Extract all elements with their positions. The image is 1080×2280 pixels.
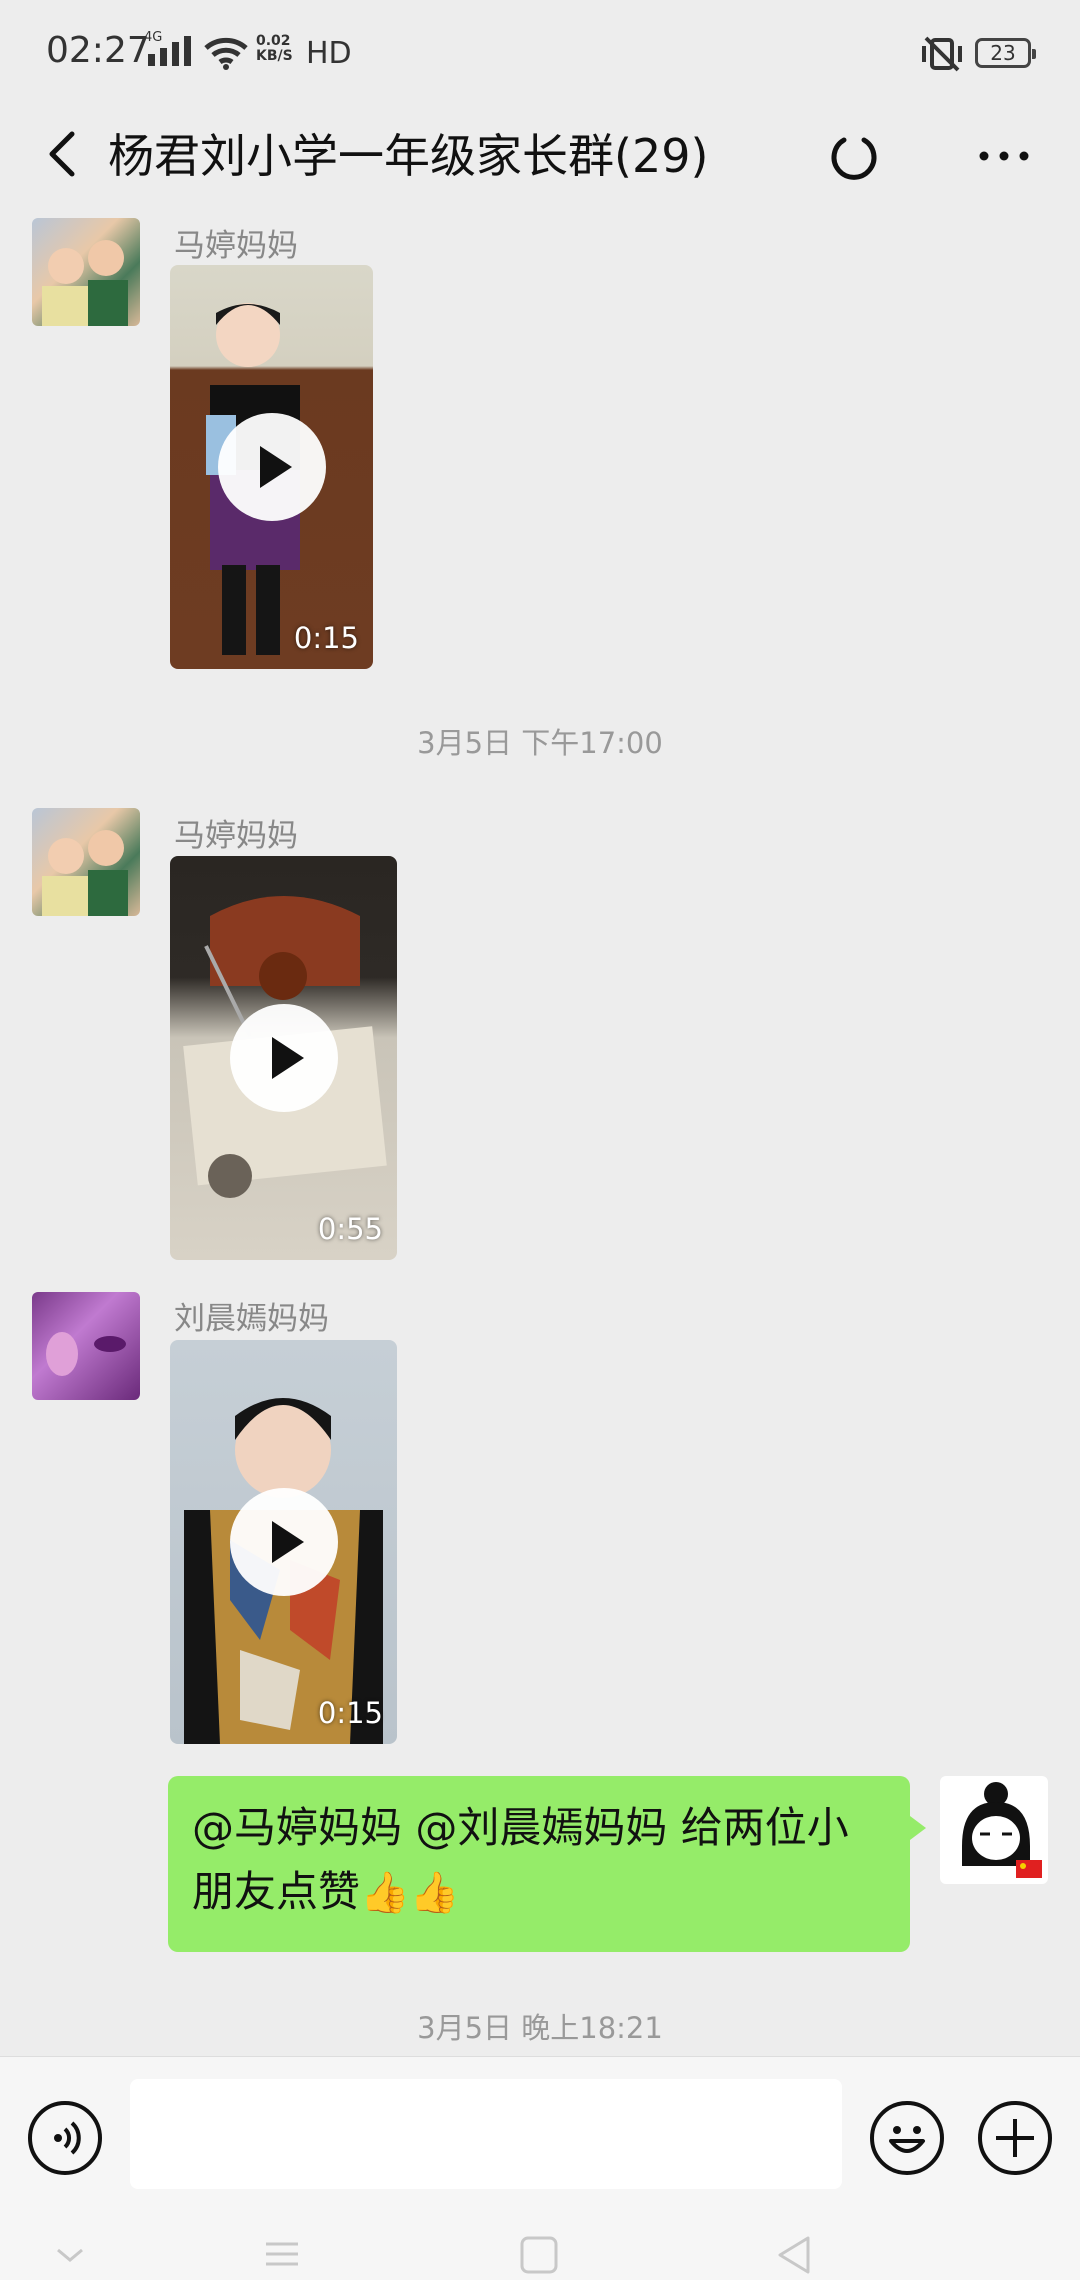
more-options-icon[interactable] [974, 126, 1034, 186]
sender-name: 刘晨嫣妈妈 [174, 1301, 329, 1337]
video-message[interactable]: 0:55 [170, 856, 397, 1260]
video-message[interactable]: 0:15 [170, 1340, 397, 1744]
vibrate-mute-icon [922, 36, 962, 72]
message-input[interactable] [130, 2079, 842, 2189]
battery-icon: 23 [975, 38, 1036, 68]
sender-name: 马婷妈妈 [174, 818, 298, 854]
back-nav-icon[interactable] [774, 2234, 816, 2276]
video-message[interactable]: 0:15 [170, 265, 373, 669]
emoji-button[interactable] [870, 2101, 944, 2175]
menu-icon[interactable] [262, 2236, 302, 2272]
voice-icon [54, 2121, 81, 2155]
outgoing-text-message[interactable]: @马婷妈妈 @刘晨嫣妈妈 给两位小朋友点赞👍👍 [168, 1776, 926, 1952]
video-duration: 0:15 [293, 621, 359, 655]
play-icon[interactable] [230, 1488, 338, 1596]
status-time: 02:27 [46, 30, 150, 71]
status-bar: 02:27 4G 0.02 KB/S HD 23 [0, 0, 1080, 100]
video-duration: 0:15 [317, 1696, 383, 1730]
message-text: @马婷妈妈 @刘晨嫣妈妈 给两位小朋友点赞 [192, 1803, 849, 1916]
chat-header: 杨君刘小学一年级家长群(29) [0, 100, 1080, 210]
back-arrow-icon[interactable] [34, 124, 94, 184]
system-nav-bar [0, 2214, 1080, 2280]
hd-indicator: HD [306, 36, 352, 71]
play-icon[interactable] [218, 413, 326, 521]
voice-input-button[interactable] [28, 2101, 102, 2175]
play-icon[interactable] [230, 1004, 338, 1112]
more-functions-button[interactable] [978, 2101, 1052, 2175]
wifi-icon [204, 37, 248, 70]
home-icon[interactable] [518, 2234, 560, 2276]
plus-icon [996, 2119, 1034, 2157]
avatar[interactable] [32, 1292, 140, 1400]
message-timestamp: 3月5日 晚上18:21 [417, 2011, 663, 2045]
avatar[interactable] [32, 808, 140, 916]
smiley-icon [889, 2126, 925, 2153]
chat-title: 杨君刘小学一年级家长群(29) [108, 129, 709, 183]
sender-name: 马婷妈妈 [174, 228, 298, 264]
thumbs-up-emoji: 👍👍 [360, 1870, 460, 1916]
collapse-icon[interactable] [52, 2244, 88, 2268]
message-timestamp: 3月5日 下午17:00 [417, 726, 663, 760]
my-avatar[interactable] [940, 1776, 1048, 1884]
input-bar [0, 2056, 1080, 2214]
video-duration: 0:55 [317, 1212, 383, 1246]
signal-icon: 4G [144, 30, 191, 66]
net-speed: 0.02 KB/S [256, 33, 293, 64]
network-type: 4G [144, 30, 163, 45]
refresh-icon[interactable] [824, 126, 884, 186]
avatar[interactable] [32, 218, 140, 326]
